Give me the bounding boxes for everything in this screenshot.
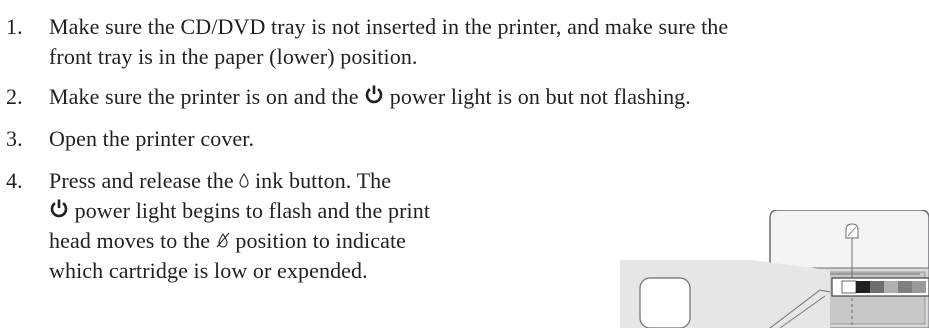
- step-text-line: power light begins to flash and the prin…: [49, 196, 430, 226]
- power-icon: [49, 199, 69, 218]
- step-text-line: head moves to the position to indicate: [49, 226, 406, 256]
- step-number: 1.: [6, 14, 23, 39]
- step-text: Make sure the printer is on and the: [49, 84, 359, 109]
- step-text: position to indicate: [235, 228, 407, 253]
- step-number: 3.: [6, 126, 23, 151]
- power-icon: [364, 85, 384, 104]
- printer-illustration: [620, 209, 929, 329]
- step-text-line: Press and release the ink button. The: [49, 166, 391, 196]
- step-text: ink button. The: [254, 168, 392, 193]
- step-text-line: which cartridge is low or expended.: [49, 258, 368, 283]
- step-number: 4.: [6, 168, 23, 193]
- step-text-line: Make sure the printer is on and the powe…: [49, 82, 691, 112]
- step-text: Press and release the: [49, 168, 234, 193]
- step-number: 2.: [6, 84, 23, 109]
- step-text: power light is on but not flashing.: [389, 84, 691, 109]
- ink-out-icon: [216, 232, 230, 248]
- step-text: power light begins to flash and the prin…: [74, 198, 431, 223]
- step-text-line: Make sure the CD/DVD tray is not inserte…: [49, 14, 729, 39]
- step-text-line: front tray is in the paper (lower) posit…: [49, 44, 418, 69]
- step-text-line: Open the printer cover.: [49, 126, 255, 151]
- ink-drop-icon: [239, 173, 249, 188]
- step-text: head moves to the: [49, 228, 211, 253]
